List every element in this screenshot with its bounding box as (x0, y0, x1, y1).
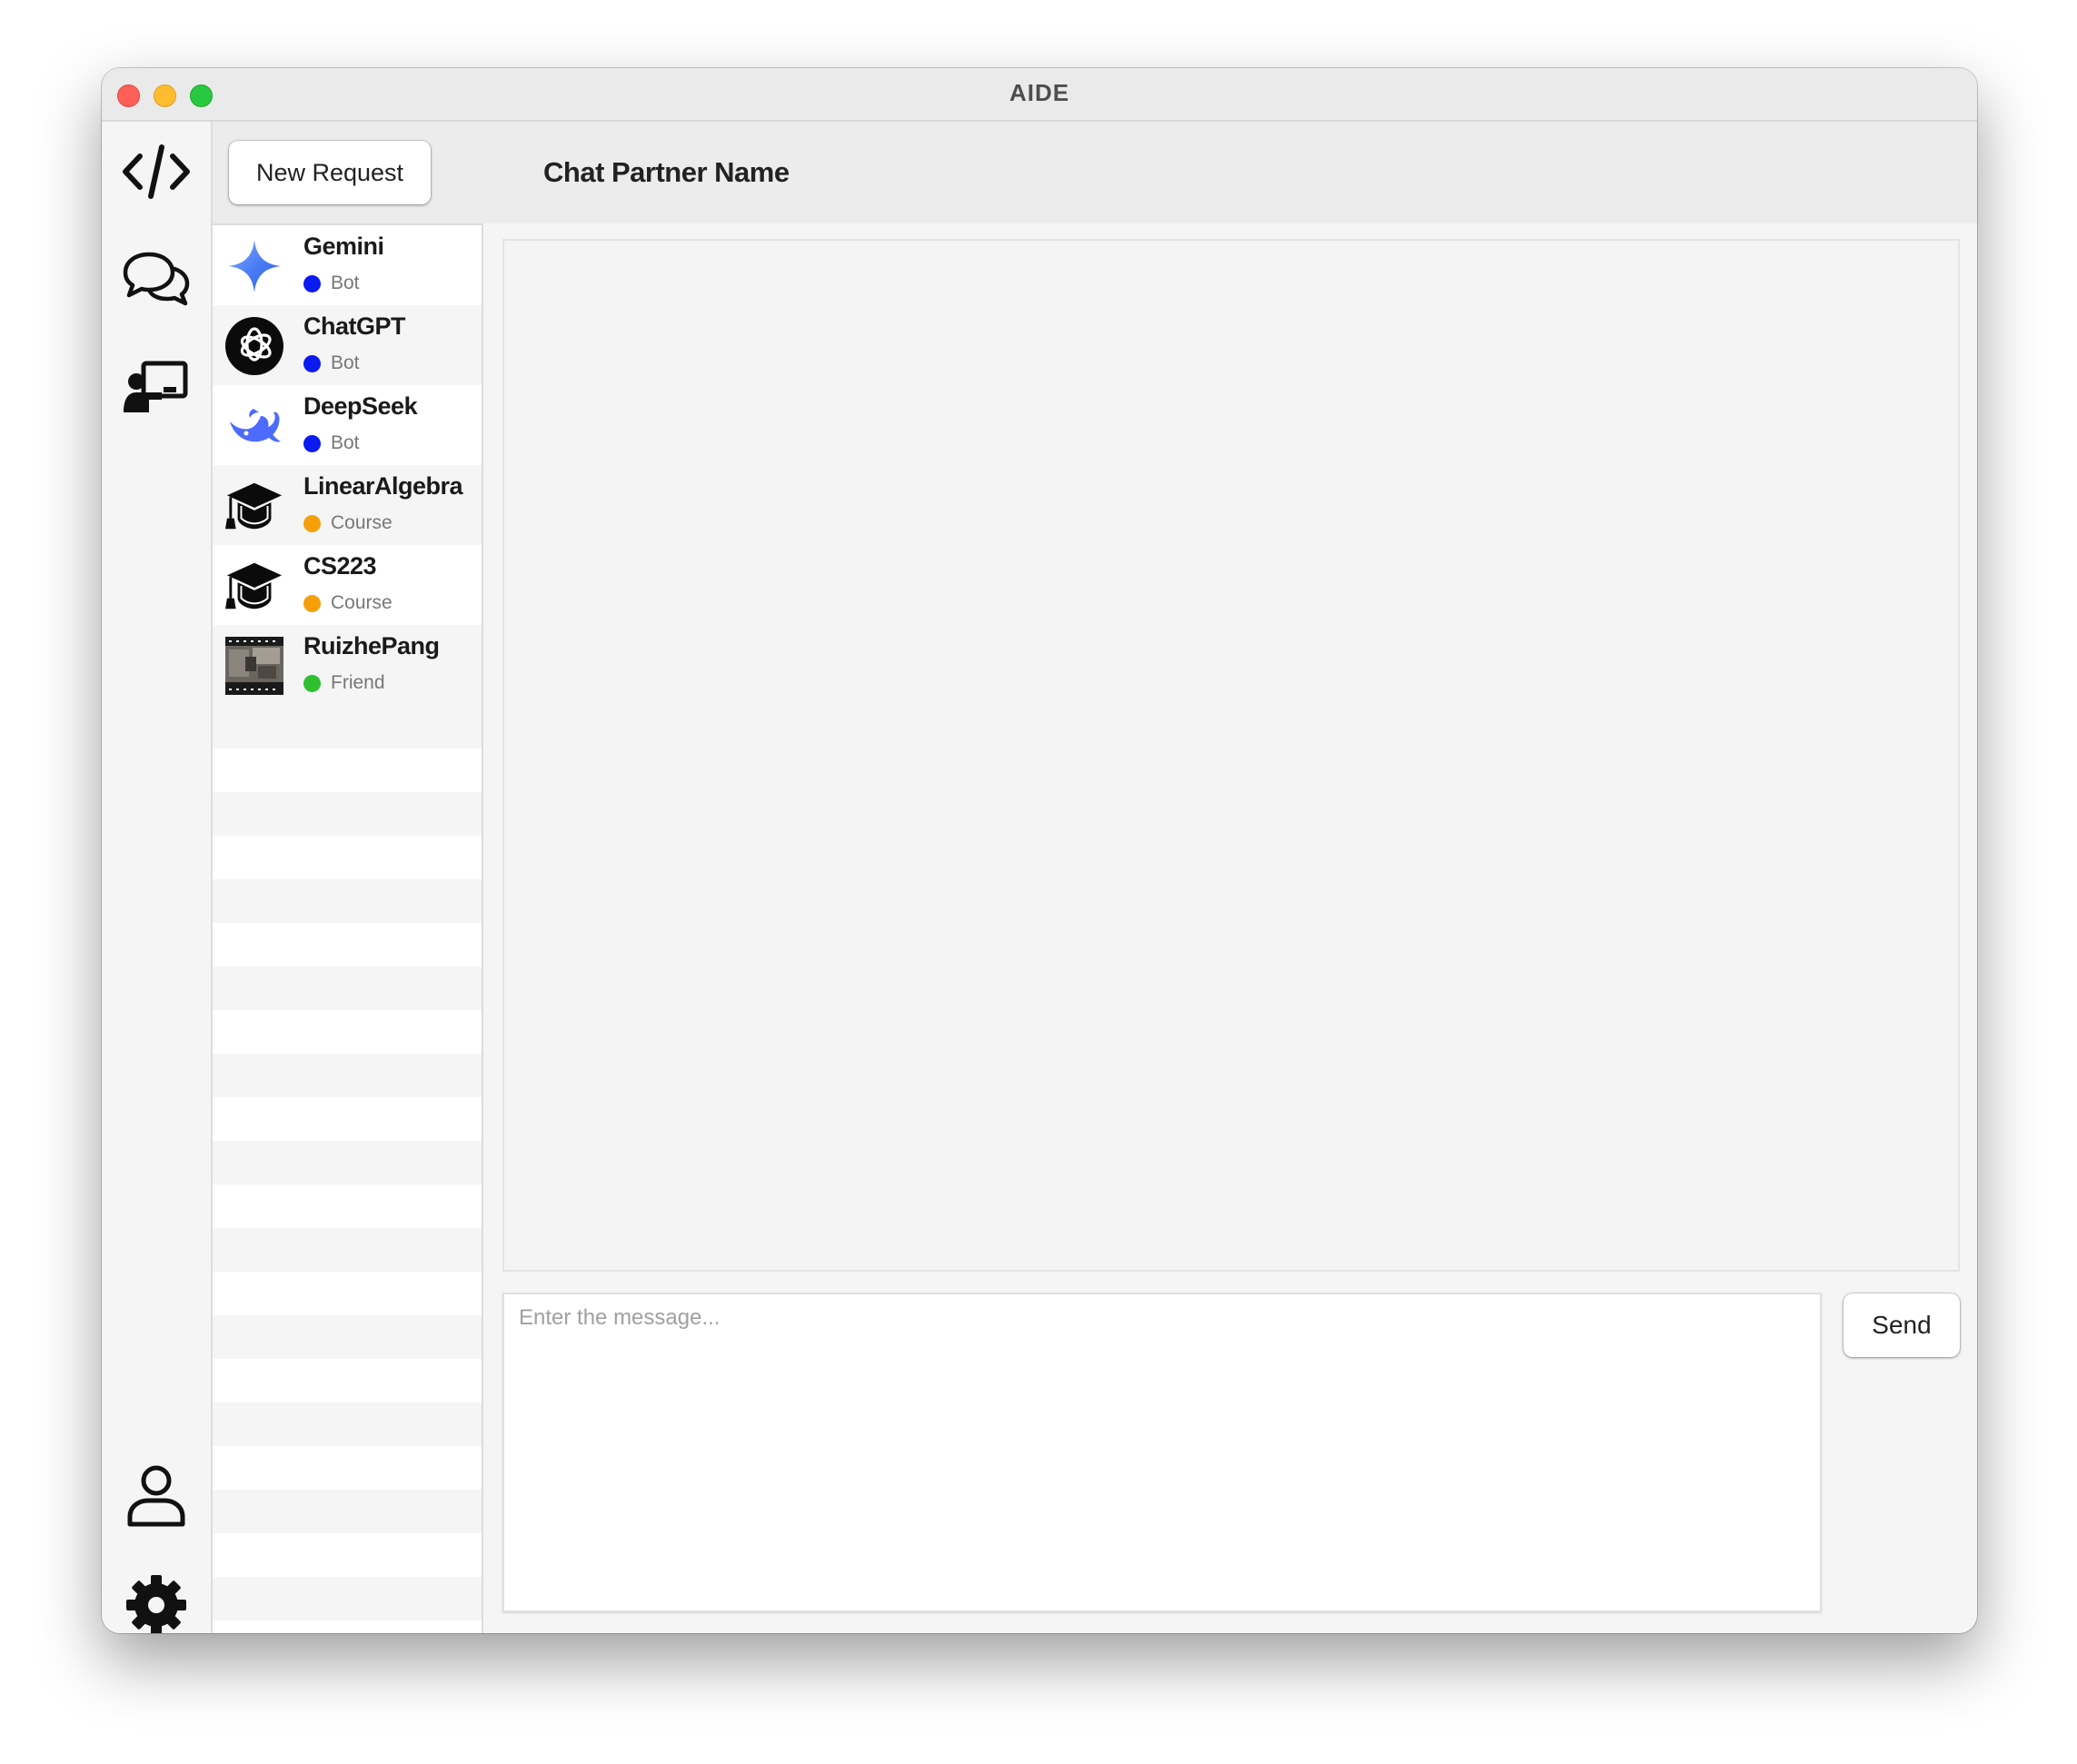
status-dot (303, 514, 321, 532)
contact-type: Bot (303, 432, 360, 454)
contact-name: RuizhePang (303, 632, 440, 659)
contact-type-label: Friend (331, 672, 385, 693)
contact-type: Friend (303, 672, 385, 694)
contact-name: CS223 (303, 552, 377, 580)
contact-type-label: Bot (331, 432, 360, 453)
window-title: AIDE (1009, 79, 1070, 106)
gear-icon[interactable] (122, 1572, 191, 1633)
code-icon[interactable] (122, 139, 191, 204)
status-dot (303, 434, 321, 452)
list-header: New Request (213, 122, 483, 223)
contact-type-label: Course (331, 512, 393, 533)
status-dot (303, 594, 321, 612)
contact-type: Bot (303, 352, 360, 374)
status-dot (303, 354, 321, 372)
new-request-button[interactable]: New Request (229, 141, 431, 204)
contact-name: ChatGPT (303, 312, 406, 340)
deepseek-whale-icon (225, 397, 283, 455)
nav-rail (102, 122, 213, 1633)
contact-cs223[interactable]: CS223 Course (213, 545, 482, 625)
status-dot (303, 674, 321, 692)
contact-name: LinearAlgebra (303, 472, 463, 500)
app-window: AIDE New Request Gemini Bot ChatGPT Bot … (102, 68, 1977, 1633)
user-profile-icon[interactable] (122, 1462, 191, 1528)
graduation-cap-icon (225, 557, 283, 615)
chat-bubbles-icon[interactable] (122, 247, 191, 312)
teacher-board-icon[interactable] (122, 354, 191, 420)
message-area[interactable] (502, 239, 1960, 1272)
chatgpt-logo-icon (225, 317, 283, 375)
status-dot (303, 274, 321, 292)
contact-gemini[interactable]: Gemini Bot (213, 225, 482, 305)
contact-type: Bot (303, 273, 360, 294)
chat-header: Chat Partner Name (483, 122, 1977, 223)
contact-type: Course (303, 512, 393, 534)
contact-deepseek[interactable]: DeepSeek Bot (213, 385, 482, 465)
contact-type-label: Bot (331, 273, 360, 293)
send-button[interactable]: Send (1843, 1293, 1960, 1357)
contact-list: Gemini Bot ChatGPT Bot DeepSeek Bot Line… (213, 223, 483, 1633)
contact-type-label: Course (331, 592, 393, 613)
contact-chatgpt[interactable]: ChatGPT Bot (213, 305, 482, 385)
gemini-star-icon (225, 237, 283, 295)
contact-ruizhepang[interactable]: RuizhePang Friend (213, 625, 482, 705)
contact-type-label: Bot (331, 352, 360, 373)
graduation-cap-icon (225, 477, 283, 535)
contact-name: Gemini (303, 233, 384, 260)
contact-linearalgebra[interactable]: LinearAlgebra Course (213, 465, 482, 545)
contact-type: Course (303, 592, 393, 614)
title-bar: AIDE (102, 68, 1977, 122)
chat-partner-name: Chat Partner Name (543, 156, 790, 188)
friend-photo (225, 637, 283, 695)
message-input[interactable] (502, 1293, 1822, 1612)
contact-name: DeepSeek (303, 392, 418, 420)
